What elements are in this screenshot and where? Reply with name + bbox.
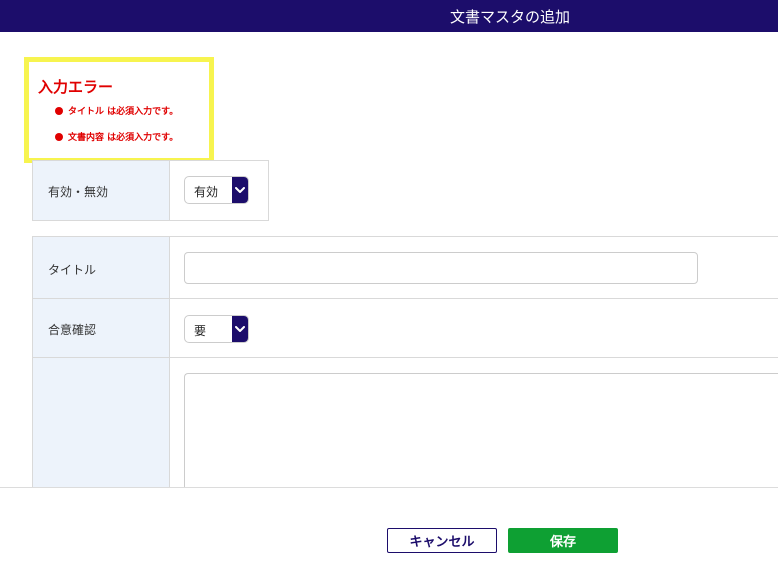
bullet-icon [55, 106, 63, 115]
error-item: タイトル は必須入力です。 [55, 104, 178, 117]
error-title: 入力エラー [38, 78, 114, 96]
status-label: 有効・無効 [48, 185, 109, 199]
error-item: 文書内容 は必須入力です。 [55, 130, 178, 143]
error-message: 文書内容 は必須入力です。 [68, 133, 179, 143]
consent-label: 合意確認 [48, 323, 97, 337]
status-section: 有効・無効 有効 [32, 160, 269, 221]
error-message: タイトル は必須入力です。 [68, 107, 179, 117]
chevron-down-icon[interactable] [232, 177, 248, 203]
cancel-button[interactable]: キャンセル [387, 528, 497, 553]
bullet-icon [55, 132, 63, 141]
status-select-value: 有効 [194, 185, 219, 199]
content-textarea[interactable] [184, 373, 778, 503]
chevron-down-icon[interactable] [232, 316, 248, 342]
header-bar: 文書マスタの追加 [0, 0, 778, 32]
details-section: タイトル 合意確認 要 [32, 236, 778, 503]
title-label: タイトル [48, 263, 97, 277]
title-input[interactable] [184, 252, 698, 284]
save-button[interactable]: 保存 [508, 528, 618, 553]
page-title: 文書マスタの追加 [450, 8, 571, 26]
consent-select[interactable]: 要 [184, 315, 249, 343]
consent-select-value: 要 [194, 324, 207, 338]
status-select[interactable]: 有効 [184, 176, 249, 204]
footer-bar: キャンセル 保存 [0, 487, 778, 562]
status-label-cell: 有効・無効 [33, 161, 170, 220]
page: 文書マスタの追加 入力エラー タイトル は必須入力です。 文書内容 は必須入力で… [0, 0, 778, 562]
row-divider [33, 298, 778, 299]
row-divider [33, 357, 778, 358]
error-panel: 入力エラー タイトル は必須入力です。 文書内容 は必須入力です。 [24, 57, 214, 163]
